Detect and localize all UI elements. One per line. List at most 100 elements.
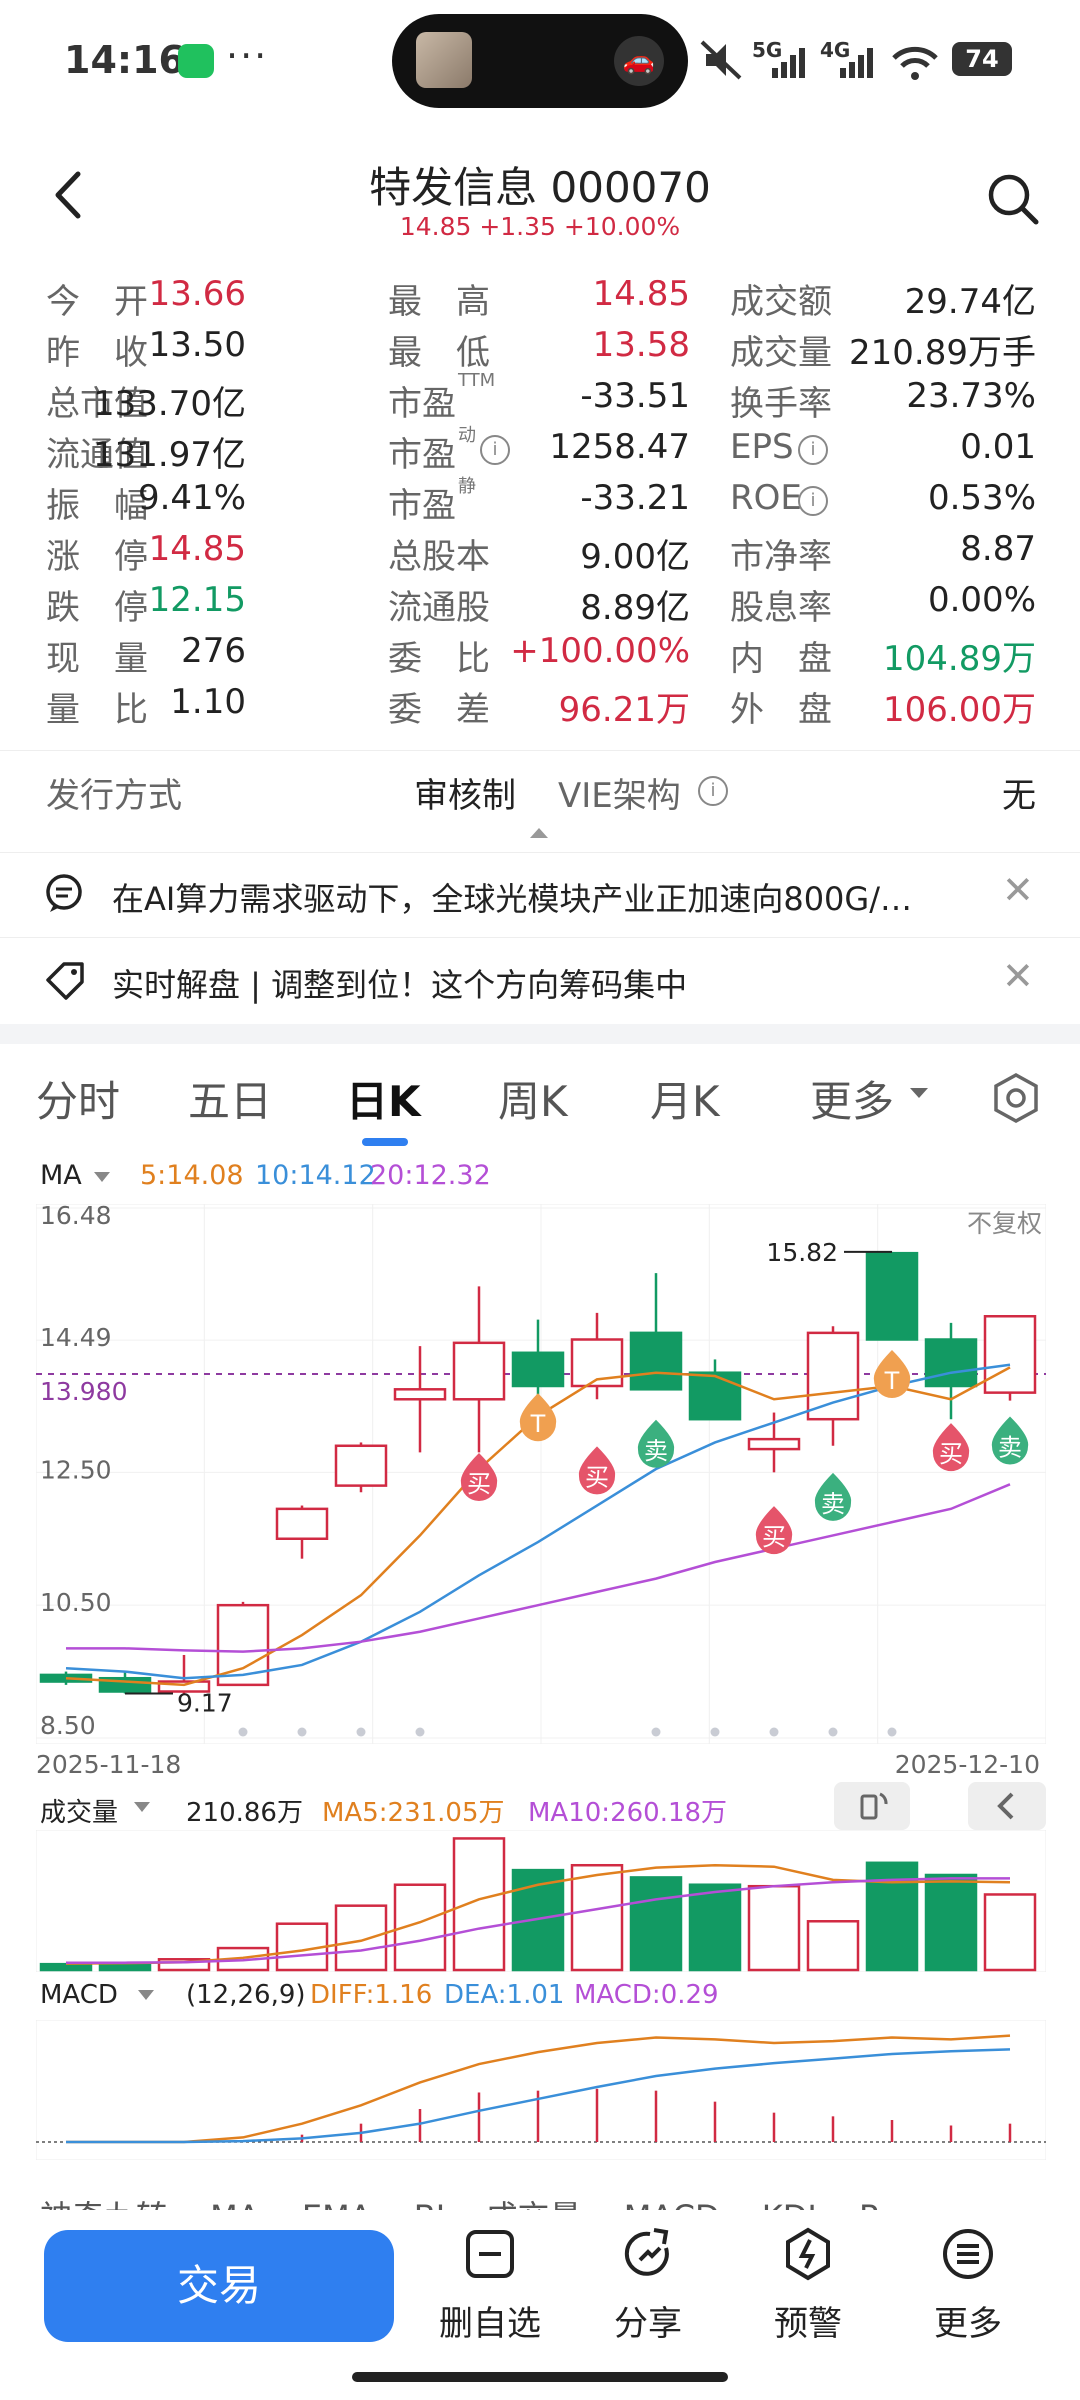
info-icon[interactable]: i (798, 435, 828, 465)
more-label[interactable]: 更多 (903, 2296, 1033, 2345)
date-start: 2025-11-18 (36, 1750, 182, 1779)
stat-label: 流通股 (388, 588, 490, 628)
rotate-screen-button[interactable] (834, 1782, 910, 1830)
more-menu-icon[interactable] (940, 2226, 996, 2282)
stat-label: 成交额 (730, 282, 832, 322)
stat-label[interactable]: 市盈 (388, 427, 456, 476)
settings-icon[interactable] (990, 1072, 1042, 1124)
stat-label[interactable]: ROE (730, 478, 802, 518)
stat-label[interactable]: EPS (730, 427, 794, 467)
event-dot (828, 1727, 838, 1737)
issue-value: 审核制 (414, 776, 516, 816)
stats-row: 昨 收 13.50 最 低 13.58 成交量 210.89万手 (46, 325, 1036, 376)
tab-intraday[interactable]: 分时 (36, 1068, 120, 1129)
candle-body (629, 1331, 683, 1391)
signal-label: 买 (939, 1440, 963, 1468)
info-icon[interactable]: i (480, 435, 510, 465)
trade-button[interactable]: 交易 (44, 2230, 394, 2342)
volume-dropdown-icon[interactable] (132, 1800, 152, 1814)
home-indicator (352, 2372, 728, 2382)
ma-dropdown-icon[interactable] (92, 1170, 112, 1184)
stat-superscript: 静 (458, 476, 476, 497)
chevron-down-icon[interactable] (908, 1086, 930, 1100)
event-dot (297, 1727, 307, 1737)
macd-chart[interactable] (36, 2020, 1046, 2160)
stat-value: 104.89万 (883, 639, 1036, 679)
event-dot (710, 1727, 720, 1737)
share-label[interactable]: 分享 (583, 2296, 713, 2345)
volume-bar (747, 1884, 801, 1972)
volume-chart[interactable] (36, 1830, 1046, 1972)
y-axis-tick: 8.50 (40, 1711, 96, 1740)
stat-label: 今 开 (46, 282, 148, 322)
remove-watchlist-label[interactable]: 删自选 (425, 2296, 555, 2345)
stat-label: 振 幅 (46, 486, 148, 526)
alert-icon[interactable] (780, 2226, 836, 2282)
news-item[interactable]: 实时解盘 | 调整到位！这个方向筹码集中 ✕ (0, 938, 1080, 1022)
tab-monthly-k[interactable]: 月K (650, 1068, 720, 1129)
ma20-value: 20:12.32 (370, 1160, 491, 1191)
volume-bar (570, 1863, 624, 1972)
volume-selector[interactable]: 成交量 (40, 1792, 118, 1829)
price-change-quote: 14.85 +1.35 +10.00% (399, 212, 681, 241)
info-icon[interactable]: i (698, 776, 728, 806)
stat-value: 9.00亿 (580, 537, 690, 577)
active-tab-indicator (362, 1138, 408, 1146)
remove-watchlist-icon[interactable] (462, 2226, 518, 2282)
tab-more[interactable]: 更多 (810, 1068, 894, 1129)
share-icon[interactable] (620, 2226, 676, 2282)
news-text[interactable]: 实时解盘 | 调整到位！这个方向筹码集中 (112, 960, 972, 1006)
news-item[interactable]: 在AI算力需求驱动下，全球光模块产业正加速向800G/… ✕ (0, 852, 1080, 936)
stat-value: 23.73% (906, 376, 1036, 416)
stock-title: 特发信息 000070 (369, 163, 711, 212)
signal-label: T (530, 1410, 546, 1438)
tag-icon (46, 962, 84, 1000)
ma5-value: 5:14.08 (140, 1160, 244, 1191)
macd-selector[interactable]: MACD (40, 1980, 118, 2010)
search-icon[interactable] (986, 172, 1040, 226)
stat-value: 8.87 (960, 529, 1036, 569)
stat-label: 委 差 (388, 690, 490, 730)
ma-selector[interactable]: MA (40, 1160, 82, 1191)
stat-value: 14.85 (148, 529, 246, 569)
tab-daily-k[interactable]: 日K (346, 1068, 421, 1129)
stat-label: 股息率 (730, 588, 832, 628)
stats-row: 流通值 131.97亿 市盈动 i 1258.47 EPS i 0.01 (46, 425, 1036, 478)
macd-dea: DEA:1.01 (444, 1980, 565, 2010)
collapse-caret-icon[interactable] (528, 826, 550, 840)
macd-dropdown-icon[interactable] (136, 1988, 156, 2002)
news-text[interactable]: 在AI算力需求驱动下，全球光模块产业正加速向800G/… (112, 874, 972, 920)
signal-label: 买 (585, 1463, 609, 1491)
volume-bar (806, 1920, 860, 1972)
close-icon[interactable]: ✕ (1002, 868, 1034, 912)
stat-superscript: 动 (458, 425, 476, 446)
y-axis-tick: 14.49 (40, 1323, 112, 1352)
issue-row: 发行方式 审核制 VIE架构 i 无 (46, 768, 1036, 818)
stat-label: 昨 收 (46, 333, 148, 373)
close-icon[interactable]: ✕ (1002, 954, 1034, 998)
stat-value: 13.58 (592, 325, 690, 365)
stat-value: 8.89亿 (580, 588, 690, 628)
wechat-icon (178, 44, 214, 78)
stats-row: 今 开 13.66 最 高 14.85 成交额 29.74亿 (46, 274, 1036, 325)
alert-label[interactable]: 预警 (743, 2296, 873, 2345)
vie-label: VIE架构 (558, 776, 681, 816)
stat-label: 内 盘 (730, 639, 832, 679)
event-dot (651, 1727, 661, 1737)
more-notifications-icon: ··· (226, 34, 269, 78)
stat-value: 12.15 (148, 580, 246, 620)
battery-indicator: 74 (952, 42, 1012, 76)
y-axis-tick: 10.50 (40, 1588, 112, 1617)
candle-body (747, 1437, 801, 1451)
tab-weekly-k[interactable]: 周K (498, 1068, 568, 1129)
candlestick-chart[interactable]: 买T买卖买卖T买 卖16.4814.4912.5010.508.5013.980不… (36, 1204, 1046, 1744)
section-gap (0, 1024, 1080, 1044)
stat-label: 最 高 (388, 282, 490, 322)
event-dot (769, 1727, 779, 1737)
chevron-left-icon (997, 1792, 1014, 1820)
stat-value: 0.01 (960, 427, 1036, 467)
stat-label: 市净率 (730, 537, 832, 577)
tab-five-day[interactable]: 五日 (188, 1068, 272, 1129)
info-icon[interactable]: i (798, 486, 828, 516)
collapse-panel-button[interactable] (968, 1782, 1046, 1830)
